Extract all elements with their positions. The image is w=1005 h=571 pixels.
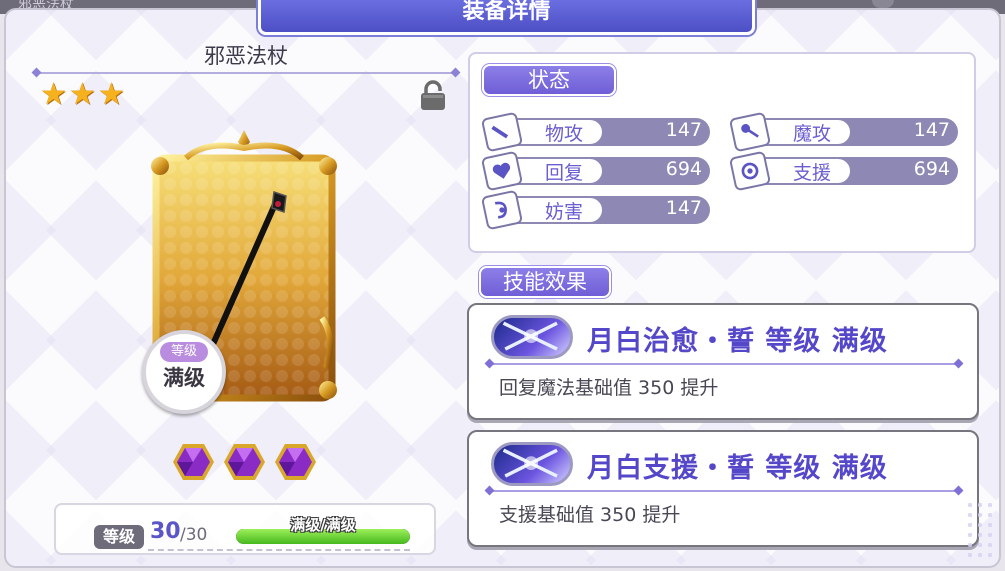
equipment-detail-dialog: 装备详情 邪恶法杖 ★ ★ ★ 等级 满级 等级 30 /30 满级/满级 状态… (4, 0, 1001, 568)
stat-value: 147 (665, 197, 702, 219)
gem-icon (224, 444, 265, 480)
level-underline (148, 549, 410, 551)
skill-description: 支援基础值 350 提升 (499, 504, 681, 526)
badge-level-label: 等级 (160, 342, 208, 362)
star-icon: ★ (68, 77, 96, 112)
stat-value: 694 (665, 158, 702, 180)
skill-title: 月白治愈・誓 等级 满级 (587, 326, 888, 357)
skill-card[interactable]: 月白治愈・誓 等级 满级 回复魔法基础值 350 提升 (467, 303, 979, 420)
gem-slots (172, 442, 317, 482)
target-icon (728, 150, 772, 192)
level-current: 30 (150, 519, 181, 544)
stat-debuff: 妨害 147 (480, 189, 710, 231)
badge-max-label: 满级 (163, 366, 205, 390)
skill-card[interactable]: 月白支援・誓 等级 满级 支援基础值 350 提升 (467, 430, 979, 547)
skill-description: 回复魔法基础值 350 提升 (499, 377, 719, 399)
stat-name: 妨害 (544, 201, 583, 223)
stat-name: 回复 (544, 162, 583, 184)
skill-icon (491, 315, 573, 359)
level-max: /30 (180, 525, 208, 545)
debuff-icon (480, 189, 524, 231)
status-panel: 状态 物攻 147 魔攻 147 回复 694 支援 694 妨害 147 (468, 52, 976, 253)
level-label: 等级 (94, 525, 144, 549)
dialog-title: 装备详情 (258, 0, 755, 35)
name-divider (36, 72, 456, 74)
skill-divider (489, 490, 959, 492)
gem-icon (275, 444, 316, 480)
stat-magic-attack: 魔攻 147 (728, 111, 958, 153)
stat-name: 魔攻 (792, 123, 831, 145)
lock-icon[interactable] (419, 80, 447, 112)
skills-header: 技能效果 (479, 266, 611, 298)
rarity-stars: ★ ★ ★ (40, 80, 125, 110)
star-icon: ★ (97, 77, 125, 112)
heart-icon (480, 150, 524, 192)
stat-recovery: 回复 694 (480, 150, 710, 192)
level-progress-text: 满级/满级 (290, 516, 356, 534)
stat-value: 694 (913, 158, 950, 180)
item-name: 邪恶法杖 (204, 44, 288, 68)
gem-icon (173, 444, 214, 480)
background-button (872, 0, 894, 8)
skill-divider (489, 363, 959, 365)
level-info: 等级 30 /30 满级/满级 (54, 503, 436, 555)
wand-icon (728, 111, 772, 153)
stat-support: 支援 694 (728, 150, 958, 192)
skill-icon (491, 442, 573, 486)
status-header: 状态 (482, 64, 616, 96)
stat-value: 147 (913, 119, 950, 141)
sword-icon (480, 111, 524, 153)
skill-title: 月白支援・誓 等级 满级 (587, 453, 888, 484)
stat-name: 支援 (792, 162, 831, 184)
star-icon: ★ (40, 77, 67, 112)
stat-name: 物攻 (544, 123, 583, 145)
corner-decoration (965, 500, 995, 560)
stat-value: 147 (665, 119, 702, 141)
stat-physical-attack: 物攻 147 (480, 111, 710, 153)
max-level-badge: 等级 满级 (142, 330, 226, 414)
